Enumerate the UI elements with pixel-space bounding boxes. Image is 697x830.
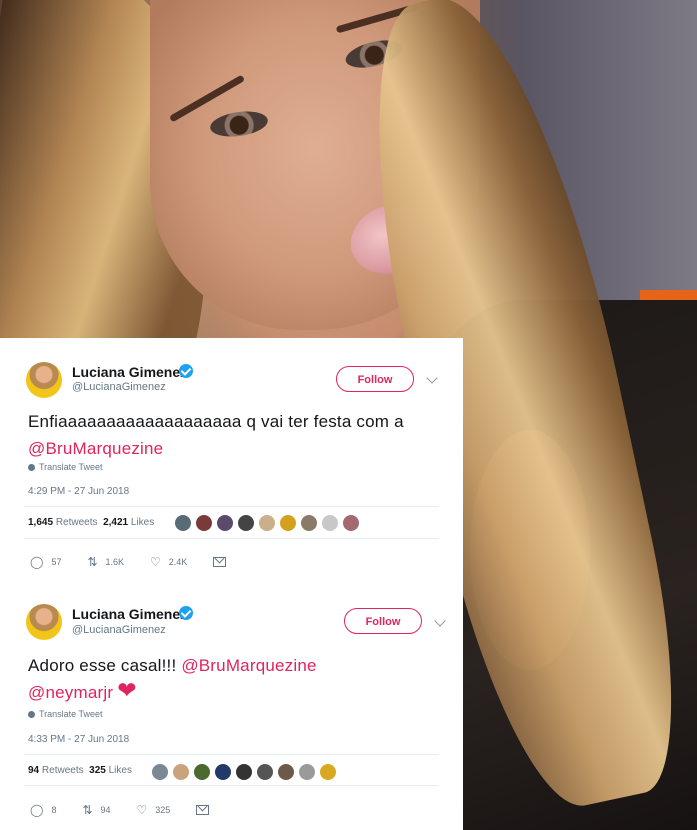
mention-link[interactable]: @neymarjr	[28, 683, 113, 702]
like-count[interactable]: 325	[89, 765, 106, 776]
retweets-label: Retweets	[41, 765, 84, 776]
reply-count: 57	[51, 557, 62, 567]
follow-button[interactable]: Follow	[344, 608, 422, 634]
translate-label: Translate Tweet	[39, 709, 103, 719]
like-button[interactable]: ♡ 325	[137, 803, 171, 817]
retweet-icon: ⇅	[82, 803, 93, 817]
liker-avatar[interactable]	[301, 515, 317, 531]
heart-icon: ♡	[150, 555, 161, 569]
divider	[24, 506, 438, 507]
heart-icon: ♡	[136, 803, 148, 817]
tweet-text: Adoro esse casal!!! @BruMarquezine @neyma…	[28, 652, 448, 706]
likes-label: Likes	[108, 765, 132, 776]
tweet-card-1: Luciana Gimenez @LucianaGimenez Follow E…	[0, 338, 463, 585]
avatar[interactable]	[26, 604, 62, 640]
liker-avatar[interactable]	[322, 515, 338, 531]
tweet-text-body: Enfiaaaaaaaaaaaaaaaaaaa q vai ter festa …	[28, 412, 404, 431]
liker-avatars	[175, 515, 359, 531]
liker-avatar[interactable]	[173, 764, 189, 780]
divider	[24, 785, 438, 786]
liker-avatar[interactable]	[278, 764, 294, 780]
mention-link[interactable]: @BruMarquezine	[181, 656, 316, 675]
reply-icon: ◯	[30, 555, 44, 569]
verified-badge-icon	[179, 606, 193, 620]
divider	[24, 754, 438, 755]
liker-avatar[interactable]	[299, 764, 315, 780]
retweet-count[interactable]: 94	[28, 765, 39, 776]
tweet-card-2: Luciana Gimenez @LucianaGimenez Follow A…	[0, 584, 463, 830]
translate-link[interactable]: Translate Tweet	[28, 462, 103, 472]
mention-link[interactable]: @BruMarquezine	[28, 439, 163, 458]
reply-button[interactable]: ◯ 57	[30, 555, 61, 569]
globe-icon	[28, 711, 35, 718]
retweet-button[interactable]: ⇅ 1.6K	[87, 555, 124, 569]
liker-avatar[interactable]	[343, 515, 359, 531]
retweets-label: Retweets	[55, 517, 98, 528]
chevron-down-icon[interactable]	[426, 372, 438, 384]
engagement-stats: 94 Retweets 325 Likes	[28, 765, 132, 776]
verified-badge-icon	[179, 364, 193, 378]
avatar[interactable]	[26, 362, 62, 398]
tweet-timestamp[interactable]: 4:33 PM - 27 Jun 2018	[28, 734, 129, 745]
reply-count: 8	[51, 805, 57, 815]
mail-icon	[196, 805, 210, 815]
translate-link[interactable]: Translate Tweet	[28, 709, 103, 719]
user-handle[interactable]: @LucianaGimenez	[72, 381, 166, 393]
liker-avatar[interactable]	[196, 515, 212, 531]
tweet-actions: ◯ 57 ⇅ 1.6K ♡ 2.4K	[30, 555, 252, 569]
tweet-actions: ◯ 8 ⇅ 94 ♡ 325	[30, 803, 235, 817]
liker-avatar[interactable]	[320, 764, 336, 780]
liker-avatar[interactable]	[215, 764, 231, 780]
chevron-down-icon[interactable]	[434, 615, 446, 627]
liker-avatar[interactable]	[194, 764, 210, 780]
red-heart-emoji: ❤	[117, 677, 137, 703]
reply-button[interactable]: ◯ 8	[30, 803, 56, 817]
reply-icon: ◯	[30, 803, 44, 817]
liker-avatar[interactable]	[236, 764, 252, 780]
liker-avatar[interactable]	[238, 515, 254, 531]
liker-avatar[interactable]	[257, 764, 273, 780]
like-button[interactable]: ♡ 2.4K	[150, 555, 187, 569]
liker-avatar[interactable]	[259, 515, 275, 531]
engagement-stats: 1,645 Retweets 2,421 Likes	[28, 517, 154, 528]
like-action-count: 325	[155, 805, 171, 815]
dm-button[interactable]	[213, 557, 227, 567]
user-handle[interactable]: @LucianaGimenez	[72, 624, 166, 636]
follow-button[interactable]: Follow	[336, 366, 414, 392]
retweet-button[interactable]: ⇅ 94	[82, 803, 110, 817]
tweet-text: Enfiaaaaaaaaaaaaaaaaaaa q vai ter festa …	[28, 408, 448, 462]
likes-label: Likes	[130, 517, 155, 528]
liker-avatar[interactable]	[152, 764, 168, 780]
dm-button[interactable]	[196, 805, 210, 815]
retweet-icon: ⇅	[87, 555, 98, 569]
translate-label: Translate Tweet	[39, 462, 103, 472]
liker-avatar[interactable]	[217, 515, 233, 531]
globe-icon	[28, 464, 35, 471]
liker-avatar[interactable]	[280, 515, 296, 531]
tweet-text-body: Adoro esse casal!!!	[28, 656, 182, 675]
liker-avatar[interactable]	[175, 515, 191, 531]
retweet-action-count: 94	[100, 805, 111, 815]
retweet-action-count: 1.6K	[105, 557, 125, 567]
liker-avatars	[152, 764, 336, 780]
divider	[24, 538, 438, 539]
mail-icon	[213, 557, 227, 567]
display-name[interactable]: Luciana Gimenez	[72, 606, 187, 622]
retweet-count[interactable]: 1,645	[28, 517, 53, 528]
like-action-count: 2.4K	[168, 557, 188, 567]
tweet-timestamp[interactable]: 4:29 PM - 27 Jun 2018	[28, 486, 129, 497]
display-name[interactable]: Luciana Gimenez	[72, 364, 187, 380]
like-count[interactable]: 2,421	[103, 517, 128, 528]
